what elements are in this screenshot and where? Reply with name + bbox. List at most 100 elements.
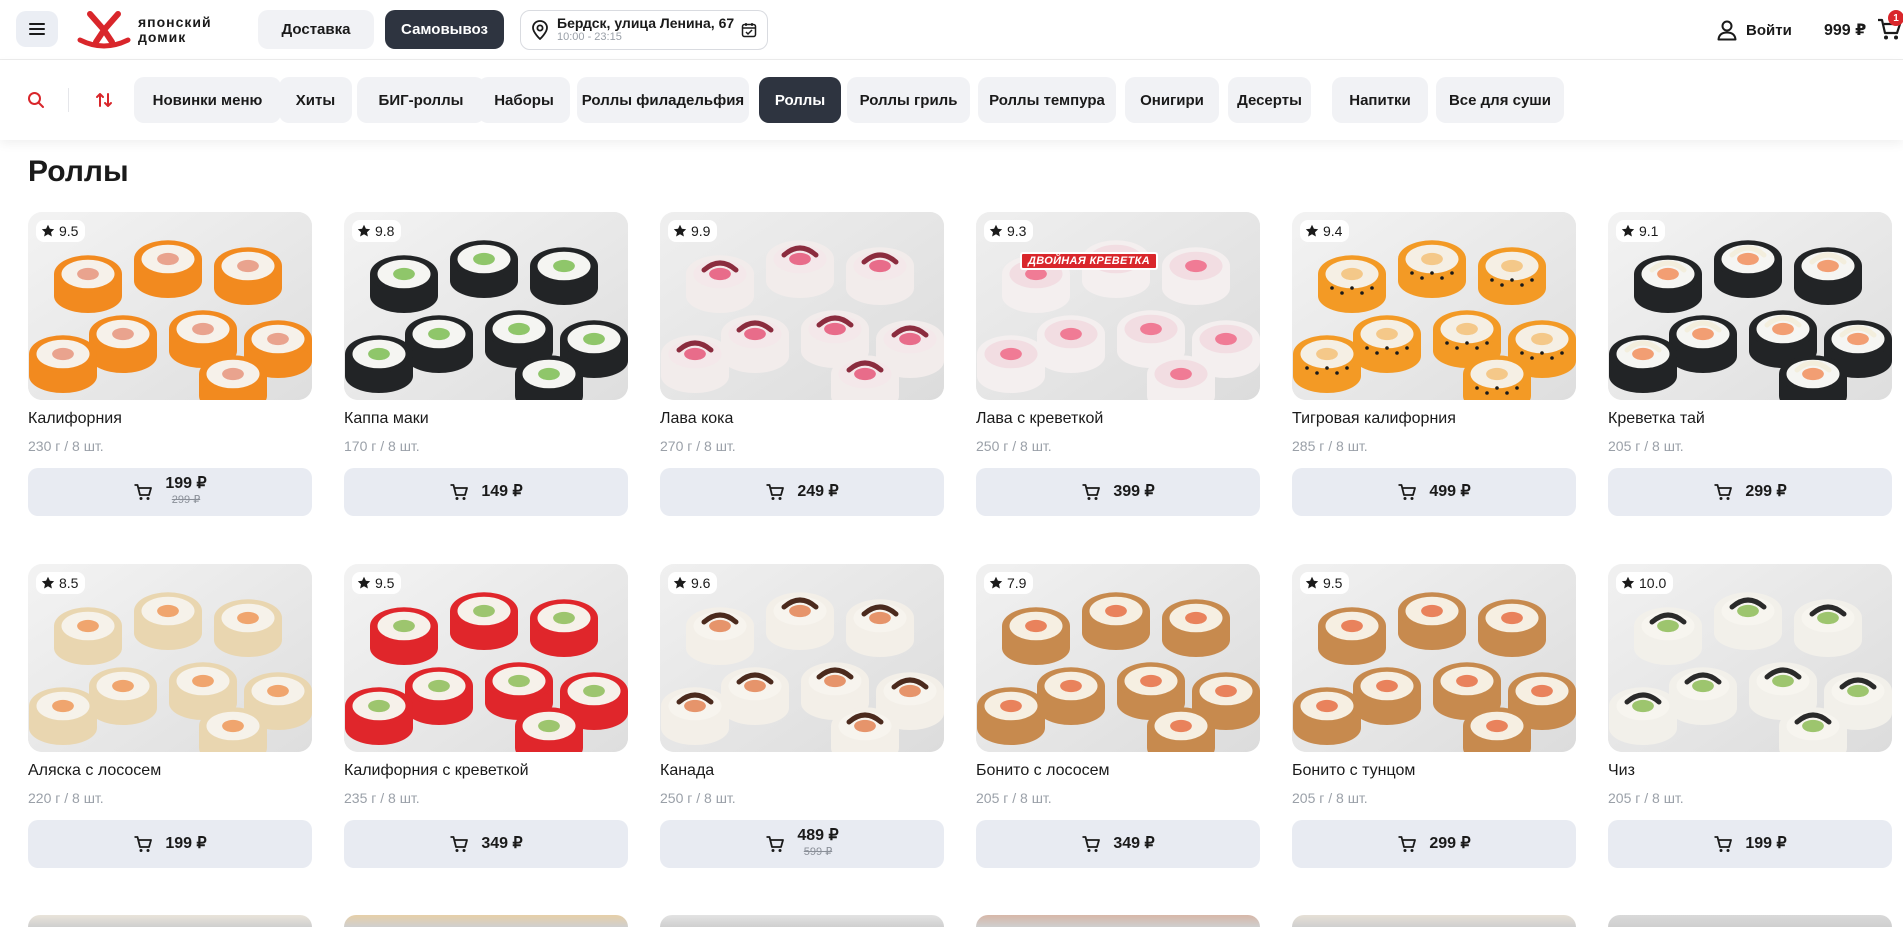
- tab-category[interactable]: Напитки: [1332, 77, 1428, 123]
- tab-category[interactable]: Роллы темпура: [978, 77, 1116, 123]
- product-name[interactable]: Калифорния с креветкой: [344, 762, 529, 780]
- cart-icon: [134, 836, 153, 852]
- address-selector[interactable]: Бердск, улица Ленина, 67 10:00 - 23:15: [520, 10, 768, 50]
- product-name[interactable]: Тигровая калифорния: [1292, 410, 1456, 428]
- add-to-cart-button[interactable]: 199 ₽ 299 ₽: [28, 468, 312, 516]
- product-card-next-row[interactable]: [344, 915, 628, 927]
- price-block: 199 ₽: [165, 836, 206, 852]
- product-card-next-row[interactable]: [1608, 915, 1892, 927]
- add-to-cart-button[interactable]: 349 ₽: [976, 820, 1260, 868]
- price-block: 489 ₽ 599 ₽: [797, 828, 838, 860]
- product-card-next-row[interactable]: [976, 915, 1260, 927]
- product-weight: 235 г / 8 шт.: [344, 790, 420, 806]
- logo-text: японский домик: [138, 15, 212, 45]
- rating-badge: 10.0: [1616, 572, 1674, 594]
- rating-value: 7.9: [1007, 575, 1027, 591]
- product-weight: 250 г / 8 шт.: [976, 438, 1052, 454]
- logo-text-line1: японский: [138, 14, 212, 30]
- address-text: Бердск, улица Ленина, 67: [557, 15, 735, 31]
- rating-value: 9.5: [1323, 575, 1343, 591]
- rating-value: 9.9: [691, 223, 711, 239]
- rating-value: 9.8: [375, 223, 395, 239]
- rating-value: 9.1: [1639, 223, 1659, 239]
- tab-category[interactable]: Все для суши: [1436, 77, 1564, 123]
- product-name[interactable]: Бонито с лососем: [976, 762, 1110, 780]
- price-block: 349 ₽: [481, 836, 522, 852]
- cart-icon: [1082, 484, 1101, 500]
- tab-category[interactable]: Онигири: [1125, 77, 1219, 123]
- price-block: 199 ₽: [1745, 836, 1786, 852]
- price: 299 ₽: [1429, 835, 1471, 852]
- tab-category[interactable]: Роллы гриль: [847, 77, 970, 123]
- divider: [68, 88, 69, 112]
- product-name[interactable]: Лава кока: [660, 410, 733, 428]
- login-button[interactable]: Войти: [1716, 16, 1792, 44]
- old-price: 299 ₽: [171, 494, 201, 506]
- rating-badge: 7.9: [984, 572, 1034, 594]
- rating-value: 9.4: [1323, 223, 1343, 239]
- product-name[interactable]: Чиз: [1608, 762, 1635, 780]
- cart-total[interactable]: 999 ₽: [1824, 18, 1866, 42]
- price: 349 ₽: [1113, 835, 1155, 852]
- search-icon[interactable]: [26, 90, 46, 110]
- price: 149 ₽: [481, 483, 523, 500]
- add-to-cart-button[interactable]: 249 ₽: [660, 468, 944, 516]
- category-bar: Новинки меню Хиты БИГ-роллы Наборы Роллы фил…: [0, 60, 1903, 140]
- tab-category[interactable]: Наборы: [478, 77, 570, 123]
- pickup-button[interactable]: Самовывоз: [385, 10, 504, 49]
- login-label: Войти: [1746, 21, 1792, 39]
- add-to-cart-button[interactable]: 199 ₽: [1608, 820, 1892, 868]
- product-name[interactable]: Лава с креветкой: [976, 410, 1103, 428]
- tab-category[interactable]: Десерты: [1228, 77, 1311, 123]
- add-to-cart-button[interactable]: 499 ₽: [1292, 468, 1576, 516]
- add-to-cart-button[interactable]: 349 ₽: [344, 820, 628, 868]
- header: японский домик Доставка Самовывоз Бердск…: [0, 0, 1903, 60]
- product-weight: 205 г / 8 шт.: [976, 790, 1052, 806]
- cart-count-badge: 1: [1888, 10, 1903, 26]
- price: 199 ₽: [1745, 835, 1787, 852]
- price: 349 ₽: [481, 835, 523, 852]
- add-to-cart-button[interactable]: 489 ₽ 599 ₽: [660, 820, 944, 868]
- rating-value: 8.5: [59, 575, 79, 591]
- star-icon: [41, 224, 55, 237]
- sort-icon[interactable]: [94, 90, 114, 110]
- price: 499 ₽: [1429, 483, 1471, 500]
- tab-category[interactable]: БИГ-роллы: [357, 77, 485, 123]
- product-name[interactable]: Калифорния: [28, 410, 122, 428]
- price: 199 ₽: [165, 835, 207, 852]
- add-to-cart-button[interactable]: 199 ₽: [28, 820, 312, 868]
- add-to-cart-button[interactable]: 299 ₽: [1292, 820, 1576, 868]
- cart-icon: [1714, 836, 1733, 852]
- menu-button[interactable]: [16, 11, 58, 47]
- product-name[interactable]: Бонито с тунцом: [1292, 762, 1415, 780]
- cart-icon: [766, 484, 785, 500]
- product-weight: 250 г / 8 шт.: [660, 790, 736, 806]
- tab-category[interactable]: Роллы: [759, 77, 841, 123]
- star-icon: [989, 576, 1003, 589]
- product-card-next-row[interactable]: [28, 915, 312, 927]
- rating-value: 9.6: [691, 575, 711, 591]
- star-icon: [41, 576, 55, 589]
- product-name[interactable]: Аляска с лососем: [28, 762, 161, 780]
- rating-badge: 9.9: [668, 220, 718, 242]
- rating-badge: 9.5: [36, 220, 86, 242]
- price-block: 499 ₽: [1429, 484, 1470, 500]
- product-name[interactable]: Креветка тай: [1608, 410, 1705, 428]
- tab-category[interactable]: Роллы филадельфия: [577, 77, 749, 123]
- logo[interactable]: японский домик: [76, 8, 212, 52]
- add-to-cart-button[interactable]: 399 ₽: [976, 468, 1260, 516]
- product-card-next-row[interactable]: [1292, 915, 1576, 927]
- add-to-cart-button[interactable]: 299 ₽: [1608, 468, 1892, 516]
- add-to-cart-button[interactable]: 149 ₽: [344, 468, 628, 516]
- tab-category[interactable]: Новинки меню: [134, 77, 281, 123]
- product-name[interactable]: Канада: [660, 762, 714, 780]
- product-name[interactable]: Каппа маки: [344, 410, 429, 428]
- delivery-button[interactable]: Доставка: [258, 10, 374, 49]
- rating-badge: 9.4: [1300, 220, 1350, 242]
- price-block: 199 ₽ 299 ₽: [165, 476, 206, 508]
- tab-category[interactable]: Хиты: [279, 77, 352, 123]
- star-icon: [1305, 576, 1319, 589]
- product-weight: 170 г / 8 шт.: [344, 438, 420, 454]
- product-card-next-row[interactable]: [660, 915, 944, 927]
- cart-icon: [450, 484, 469, 500]
